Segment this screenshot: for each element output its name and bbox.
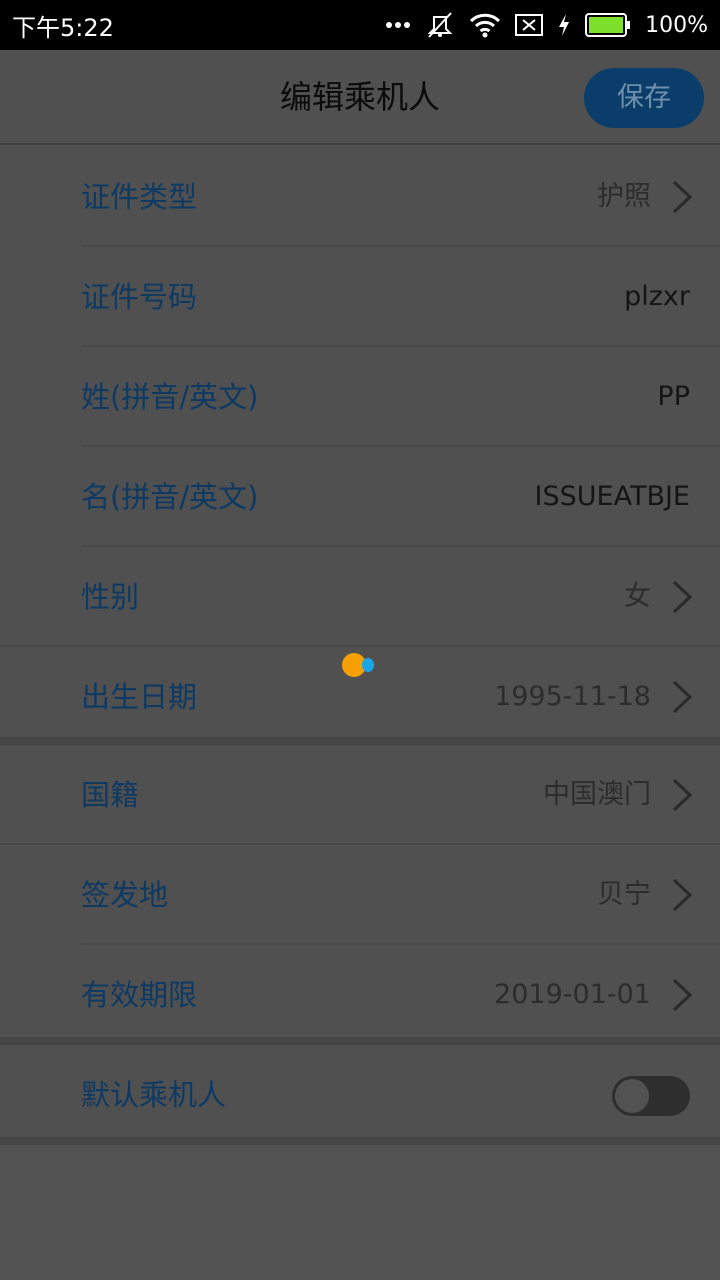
status-bar: 下午5:22 100%	[0, 0, 720, 50]
passport-info-section: 国籍 中国澳门 签发地 贝宁 有效期限 2019-01-01	[0, 745, 720, 1037]
chevron-right-icon	[672, 978, 693, 1012]
battery-icon	[585, 13, 631, 37]
wifi-icon	[469, 12, 501, 38]
default-passenger-toggle[interactable]	[612, 1076, 690, 1116]
default-passenger-section: 默认乘机人	[0, 1045, 720, 1137]
status-icons: 100%	[385, 11, 708, 39]
id-type-value: 护照	[597, 181, 651, 212]
row-nationality[interactable]: 国籍 中国澳门	[0, 745, 720, 845]
row-issue-place[interactable]: 签发地 贝宁	[0, 845, 720, 945]
row-default-passenger: 默认乘机人	[0, 1045, 720, 1137]
expiry-date-label: 有效期限	[81, 978, 198, 1012]
default-passenger-label: 默认乘机人	[81, 1078, 227, 1112]
section-gap	[0, 737, 720, 745]
expiry-date-value: 2019-01-01	[494, 979, 651, 1010]
toggle-knob	[615, 1079, 649, 1113]
chevron-right-icon	[672, 580, 693, 614]
section-gap	[0, 1037, 720, 1045]
app-header: 编辑乘机人 保存	[0, 50, 720, 145]
row-given-name[interactable]: 名(拼音/英文) ISSUEATBJE	[0, 447, 720, 547]
chevron-right-icon	[672, 778, 693, 812]
chevron-right-icon	[672, 680, 693, 714]
id-type-label: 证件类型	[81, 180, 198, 214]
row-id-number[interactable]: 证件号码 plzxr	[0, 247, 720, 347]
birth-date-label: 出生日期	[81, 680, 198, 714]
chevron-right-icon	[672, 180, 693, 214]
surname-input[interactable]: PP	[657, 347, 690, 447]
given-name-input[interactable]: ISSUEATBJE	[535, 447, 690, 547]
mute-icon	[425, 11, 455, 39]
status-time: 下午5:22	[12, 13, 114, 42]
charging-icon	[557, 13, 571, 37]
row-expiry-date[interactable]: 有效期限 2019-01-01	[0, 945, 720, 1037]
passenger-id-section: 证件类型 护照 证件号码 plzxr 姓(拼音/英文) PP 名(拼音/英文) …	[0, 147, 720, 737]
section-gap	[0, 1137, 720, 1145]
id-number-label: 证件号码	[81, 280, 198, 314]
nationality-value: 中国澳门	[543, 779, 651, 810]
gender-label: 性别	[81, 580, 140, 614]
touch-indicator-secondary	[362, 658, 374, 672]
issue-place-value: 贝宁	[597, 879, 651, 910]
save-button[interactable]: 保存	[584, 68, 704, 128]
given-name-label: 名(拼音/英文)	[81, 480, 259, 514]
gender-value: 女	[624, 581, 651, 612]
issue-place-label: 签发地	[81, 878, 169, 912]
birth-date-value: 1995-11-18	[494, 681, 651, 712]
row-id-type[interactable]: 证件类型 护照	[0, 147, 720, 247]
sim-icon	[515, 14, 544, 36]
id-number-input[interactable]: plzxr	[624, 247, 690, 347]
nationality-label: 国籍	[81, 778, 140, 812]
row-surname[interactable]: 姓(拼音/英文) PP	[0, 347, 720, 447]
row-gender[interactable]: 性别 女	[0, 547, 720, 647]
battery-percent: 100%	[645, 12, 708, 38]
surname-label: 姓(拼音/英文)	[81, 380, 259, 414]
chevron-right-icon	[672, 878, 693, 912]
more-icon	[385, 20, 411, 30]
